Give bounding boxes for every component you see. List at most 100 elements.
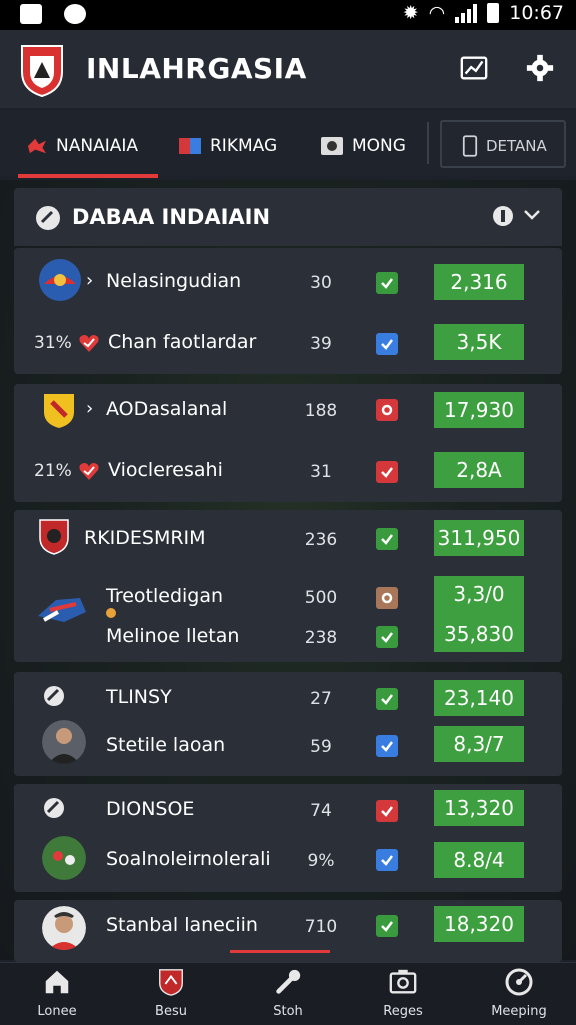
gauge-icon bbox=[505, 968, 533, 996]
check-icon bbox=[381, 921, 393, 932]
row-number: 30 bbox=[310, 273, 332, 293]
expand-arrow-icon[interactable]: › bbox=[86, 398, 93, 419]
section-title: DABAA INDAIAIN bbox=[72, 205, 271, 229]
heart-icon bbox=[79, 463, 99, 480]
check-icon bbox=[381, 806, 393, 817]
row-number: 9% bbox=[307, 851, 335, 871]
trend-button[interactable] bbox=[458, 52, 490, 84]
check-box[interactable] bbox=[376, 849, 398, 871]
team-shield-yellow-icon bbox=[44, 394, 74, 428]
check-box[interactable] bbox=[376, 461, 398, 483]
row-number: 59 bbox=[310, 737, 332, 757]
tab-camera-icon bbox=[321, 137, 343, 155]
ball-icon bbox=[44, 798, 64, 818]
nav-meeping[interactable]: Meeping bbox=[474, 966, 564, 1019]
cloud-notification-icon bbox=[64, 4, 86, 24]
camera-icon bbox=[389, 969, 417, 994]
gallery-notification-icon bbox=[20, 4, 42, 24]
row-number: 74 bbox=[310, 801, 332, 821]
check-box[interactable] bbox=[376, 688, 398, 710]
row-name: Melinoe lletan bbox=[106, 625, 240, 647]
value-badge: 8,3/7 bbox=[434, 726, 524, 762]
tab-rikmag[interactable]: RIKMAG bbox=[178, 120, 277, 172]
heart-icon bbox=[79, 335, 99, 352]
tab-mong[interactable]: MONG bbox=[320, 120, 406, 172]
expand-arrow-icon[interactable]: › bbox=[86, 270, 93, 291]
value-badge: 311,950 bbox=[434, 520, 524, 556]
nav-reges[interactable]: Reges bbox=[358, 966, 448, 1019]
check-box[interactable] bbox=[376, 272, 398, 294]
player-avatar bbox=[42, 720, 86, 764]
row-name: Stanbal laneciin bbox=[106, 914, 258, 936]
match-photo-avatar bbox=[42, 836, 86, 880]
row-number: 500 bbox=[304, 588, 338, 608]
check-icon bbox=[381, 534, 393, 545]
chevron-down-icon[interactable] bbox=[522, 207, 542, 223]
team-shield-red-icon bbox=[39, 519, 69, 555]
check-box[interactable] bbox=[376, 587, 398, 609]
player-action-image bbox=[38, 598, 86, 622]
ball-icon bbox=[36, 206, 60, 230]
status-bar: ✹ ◠ 10:67 bbox=[0, 0, 576, 30]
status-dot bbox=[106, 608, 116, 618]
nav-stoh[interactable]: Stoh bbox=[243, 966, 333, 1019]
wifi-icon: ◠ bbox=[428, 2, 446, 24]
trend-chart-icon bbox=[460, 56, 488, 80]
check-icon bbox=[381, 467, 393, 478]
check-icon bbox=[381, 694, 393, 705]
row-number: 27 bbox=[310, 689, 332, 709]
row-name: TLINSY bbox=[106, 686, 172, 708]
settings-button[interactable] bbox=[524, 52, 556, 84]
value-badge: 13,320 bbox=[434, 790, 524, 826]
alarm-icon: ✹ bbox=[402, 2, 419, 24]
row-number: 238 bbox=[304, 628, 338, 648]
check-box[interactable] bbox=[376, 915, 398, 937]
status-time: 10:67 bbox=[509, 2, 564, 24]
row-number: 710 bbox=[304, 917, 338, 937]
tab-nanaiaia[interactable]: NANAIAIA bbox=[18, 120, 158, 178]
row-percent: 31% bbox=[34, 333, 72, 353]
wrench-icon bbox=[276, 969, 301, 994]
row-percent: 21% bbox=[34, 461, 72, 481]
signal-icon bbox=[455, 3, 478, 23]
row-name: Stetile laoan bbox=[106, 734, 226, 756]
phone-icon bbox=[462, 135, 478, 157]
tab-divider bbox=[427, 122, 429, 164]
value-badge: 17,930 bbox=[434, 392, 524, 428]
row-number: 31 bbox=[310, 462, 332, 482]
value-badge: 18,320 bbox=[434, 906, 524, 942]
value-secondary: 35,830 bbox=[444, 622, 514, 646]
row-number: 236 bbox=[304, 530, 338, 550]
player-avatar bbox=[42, 906, 86, 950]
circle-icon bbox=[381, 404, 393, 416]
check-box[interactable] bbox=[376, 626, 398, 648]
tab-flame-icon bbox=[28, 138, 46, 154]
value-badge: 2,316 bbox=[434, 264, 524, 300]
check-box[interactable] bbox=[376, 528, 398, 550]
row-name: Chan faotlardar bbox=[108, 331, 257, 353]
nav-home[interactable]: Lonee bbox=[12, 966, 102, 1019]
team-badge-icon bbox=[39, 259, 81, 301]
check-icon bbox=[381, 278, 393, 289]
check-box[interactable] bbox=[376, 333, 398, 355]
tab-card-icon bbox=[179, 138, 201, 154]
info-icon[interactable] bbox=[492, 205, 514, 227]
row-name: AODasalanal bbox=[106, 398, 228, 420]
tab-detana[interactable]: DETANA bbox=[462, 120, 547, 172]
row-name: Treotledigan bbox=[106, 585, 224, 607]
check-icon bbox=[381, 339, 393, 350]
nav-besu[interactable]: Besu bbox=[126, 966, 216, 1019]
value-badge: 8.8/4 bbox=[434, 842, 524, 878]
check-box[interactable] bbox=[376, 399, 398, 421]
row-number: 188 bbox=[304, 401, 338, 421]
row-number: 39 bbox=[310, 334, 332, 354]
check-box[interactable] bbox=[376, 735, 398, 757]
row-name: Nelasingudian bbox=[106, 270, 242, 292]
battery-icon bbox=[487, 3, 500, 23]
value-badge: 2,8A bbox=[434, 452, 524, 488]
check-box[interactable] bbox=[376, 800, 398, 822]
progress-strip bbox=[230, 950, 330, 953]
check-icon bbox=[381, 741, 393, 752]
check-icon bbox=[381, 632, 393, 643]
ball-icon bbox=[44, 686, 64, 706]
